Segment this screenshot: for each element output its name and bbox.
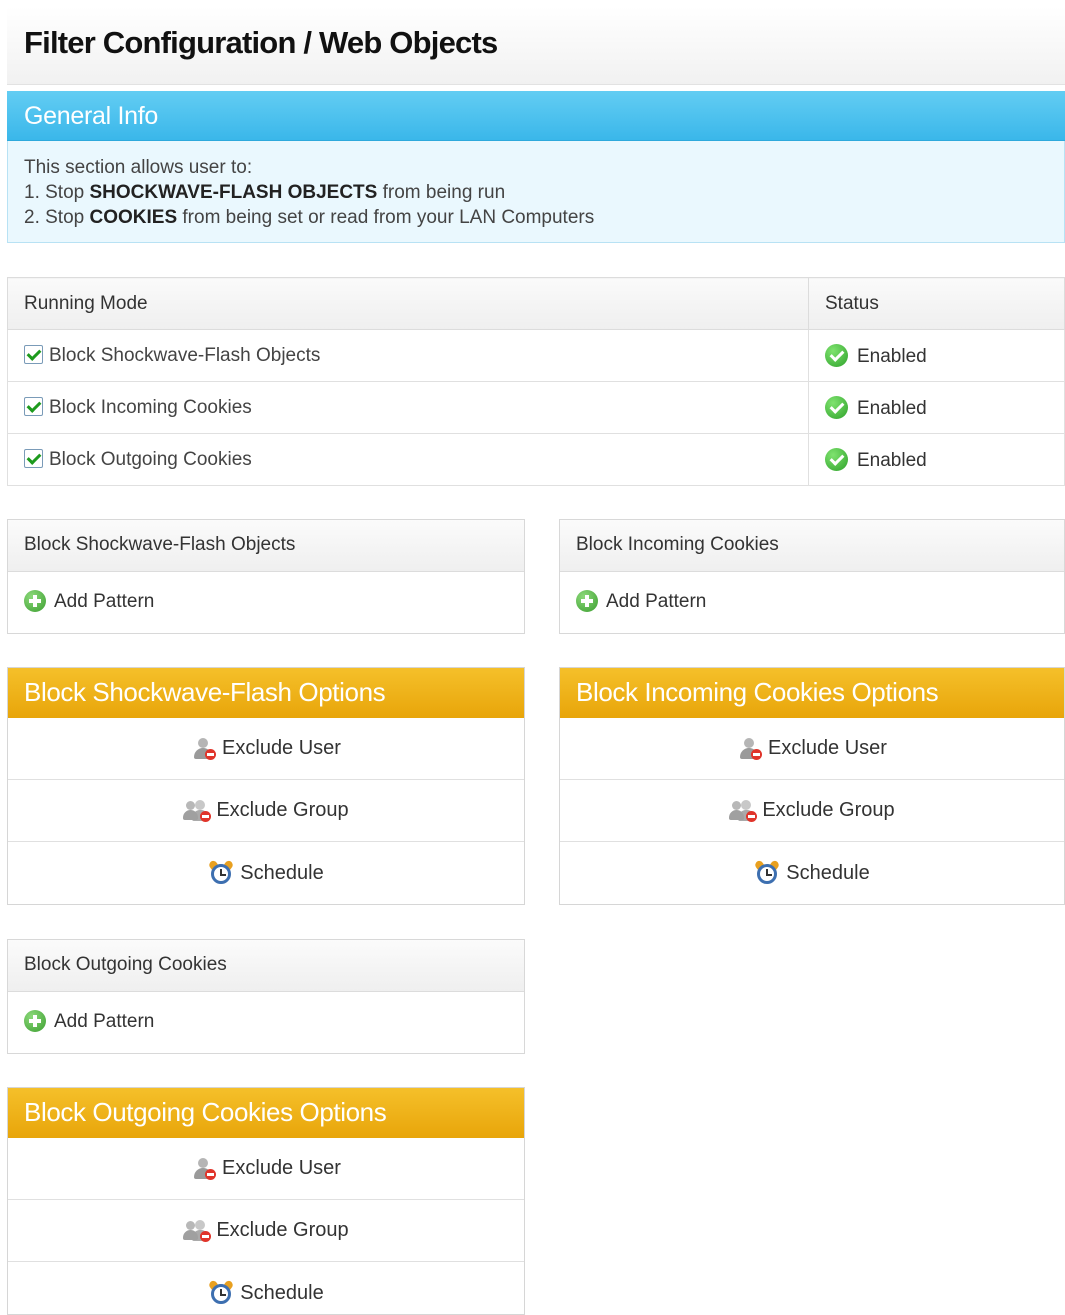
status-cell-incoming: Enabled [808, 381, 1065, 434]
alarm-clock-icon [208, 859, 235, 886]
info-line-flash-prefix: 1. Stop [24, 182, 90, 203]
outgoing-pattern-panel: Block Outgoing Cookies Add Pattern [7, 939, 525, 1054]
exclude-group-label: Exclude Group [216, 1219, 349, 1241]
general-info-header: General Info [7, 91, 1065, 141]
info-line-flash: 1. Stop SHOCKWAVE-FLASH OBJECTS from bei… [24, 180, 1048, 205]
exclude-user-label: Exclude User [222, 1157, 341, 1179]
alarm-clock-icon [208, 1279, 235, 1306]
schedule-label: Schedule [240, 861, 324, 884]
page-title: Filter Configuration / Web Objects [24, 25, 498, 60]
exclude-group-label: Exclude Group [216, 799, 349, 821]
flash-schedule-button[interactable]: Schedule [8, 842, 524, 904]
page-header: Filter Configuration / Web Objects [7, 7, 1065, 85]
group-block-icon [183, 1219, 213, 1243]
group-block-icon [729, 799, 759, 823]
add-circle-icon [24, 1010, 46, 1032]
info-line-intro: This section allows user to: [24, 157, 253, 178]
status-text-incoming: Enabled [857, 397, 927, 419]
info-line-cookies-suffix: from being set or read from your LAN Com… [177, 207, 595, 228]
outgoing-checkbox[interactable] [24, 448, 43, 468]
status-header: Status [808, 277, 1065, 330]
flash-options-panel: Block Shockwave-Flash Options Exclude Us… [7, 667, 525, 905]
running-mode-table: Running Mode Status Block Shockwave-Flas… [7, 277, 1065, 486]
alarm-clock-icon [754, 859, 781, 886]
outgoing-pattern-title: Block Outgoing Cookies [8, 940, 524, 992]
incoming-options-title: Block Incoming Cookies Options [560, 668, 1064, 718]
general-info-title: General Info [24, 102, 158, 130]
check-circle-icon [825, 395, 848, 419]
add-pattern-label: Add Pattern [54, 591, 155, 612]
outgoing-options-panel: Block Outgoing Cookies Options Exclude U… [7, 1087, 525, 1315]
status-text-outgoing: Enabled [857, 449, 927, 471]
status-cell-flash: Enabled [808, 329, 1065, 382]
flash-add-pattern-button[interactable]: Add Pattern [8, 572, 524, 633]
check-circle-icon [825, 447, 848, 471]
outgoing-options-title: Block Outgoing Cookies Options [8, 1088, 524, 1138]
flash-exclude-user-button[interactable]: Exclude User [8, 718, 524, 780]
flash-pattern-title: Block Shockwave-Flash Objects [8, 520, 524, 572]
mode-cell-flash: Block Shockwave-Flash Objects [7, 329, 809, 382]
user-block-icon [191, 737, 217, 761]
incoming-pattern-panel: Block Incoming Cookies Add Pattern [559, 519, 1065, 634]
info-line-flash-bold: SHOCKWAVE-FLASH OBJECTS [89, 182, 378, 203]
status-text-flash: Enabled [857, 345, 927, 367]
incoming-options-panel: Block Incoming Cookies Options Exclude U… [559, 667, 1065, 905]
flash-pattern-panel: Block Shockwave-Flash Objects Add Patter… [7, 519, 525, 634]
table-row: Block Outgoing Cookies Enabled [7, 433, 1065, 486]
add-pattern-label: Add Pattern [606, 591, 707, 612]
table-header-row: Running Mode Status [7, 277, 1065, 330]
user-block-icon [191, 1157, 217, 1181]
mode-cell-outgoing: Block Outgoing Cookies [7, 433, 809, 486]
table-row: Block Shockwave-Flash Objects Enabled [7, 329, 1065, 382]
flash-checkbox[interactable] [24, 344, 43, 364]
outgoing-exclude-group-button[interactable]: Exclude Group [8, 1200, 524, 1262]
info-line-flash-suffix: from being run [377, 182, 506, 203]
incoming-exclude-group-button[interactable]: Exclude Group [560, 780, 1064, 842]
user-block-icon [737, 737, 763, 761]
exclude-user-label: Exclude User [768, 737, 887, 759]
flash-exclude-group-button[interactable]: Exclude Group [8, 780, 524, 842]
schedule-label: Schedule [786, 861, 870, 884]
group-block-icon [183, 799, 213, 823]
outgoing-add-pattern-button[interactable]: Add Pattern [8, 992, 524, 1053]
add-circle-icon [24, 590, 46, 612]
add-circle-icon [576, 590, 598, 612]
running-mode-header: Running Mode [7, 277, 809, 330]
outgoing-exclude-user-button[interactable]: Exclude User [8, 1138, 524, 1200]
schedule-label: Schedule [240, 1281, 324, 1304]
add-pattern-label: Add Pattern [54, 1011, 155, 1032]
status-cell-outgoing: Enabled [808, 433, 1065, 486]
mode-label-flash: Block Shockwave-Flash Objects [49, 344, 321, 366]
info-line-cookies-prefix: 2. Stop [24, 207, 90, 228]
mode-label-outgoing: Block Outgoing Cookies [49, 448, 252, 470]
exclude-user-label: Exclude User [222, 737, 341, 759]
incoming-schedule-button[interactable]: Schedule [560, 842, 1064, 904]
incoming-checkbox[interactable] [24, 396, 43, 416]
incoming-add-pattern-button[interactable]: Add Pattern [560, 572, 1064, 633]
mode-cell-incoming: Block Incoming Cookies [7, 381, 809, 434]
info-line-cookies-bold: COOKIES [89, 207, 178, 228]
flash-options-title: Block Shockwave-Flash Options [8, 668, 524, 718]
incoming-exclude-user-button[interactable]: Exclude User [560, 718, 1064, 780]
info-line-cookies: 2. Stop COOKIES from being set or read f… [24, 205, 1048, 230]
check-circle-icon [825, 343, 848, 367]
outgoing-schedule-button[interactable]: Schedule [8, 1262, 524, 1314]
incoming-pattern-title: Block Incoming Cookies [560, 520, 1064, 572]
exclude-group-label: Exclude Group [762, 799, 895, 821]
mode-label-incoming: Block Incoming Cookies [49, 396, 252, 418]
general-info-body: This section allows user to: 1. Stop SHO… [7, 141, 1065, 243]
table-row: Block Incoming Cookies Enabled [7, 381, 1065, 434]
